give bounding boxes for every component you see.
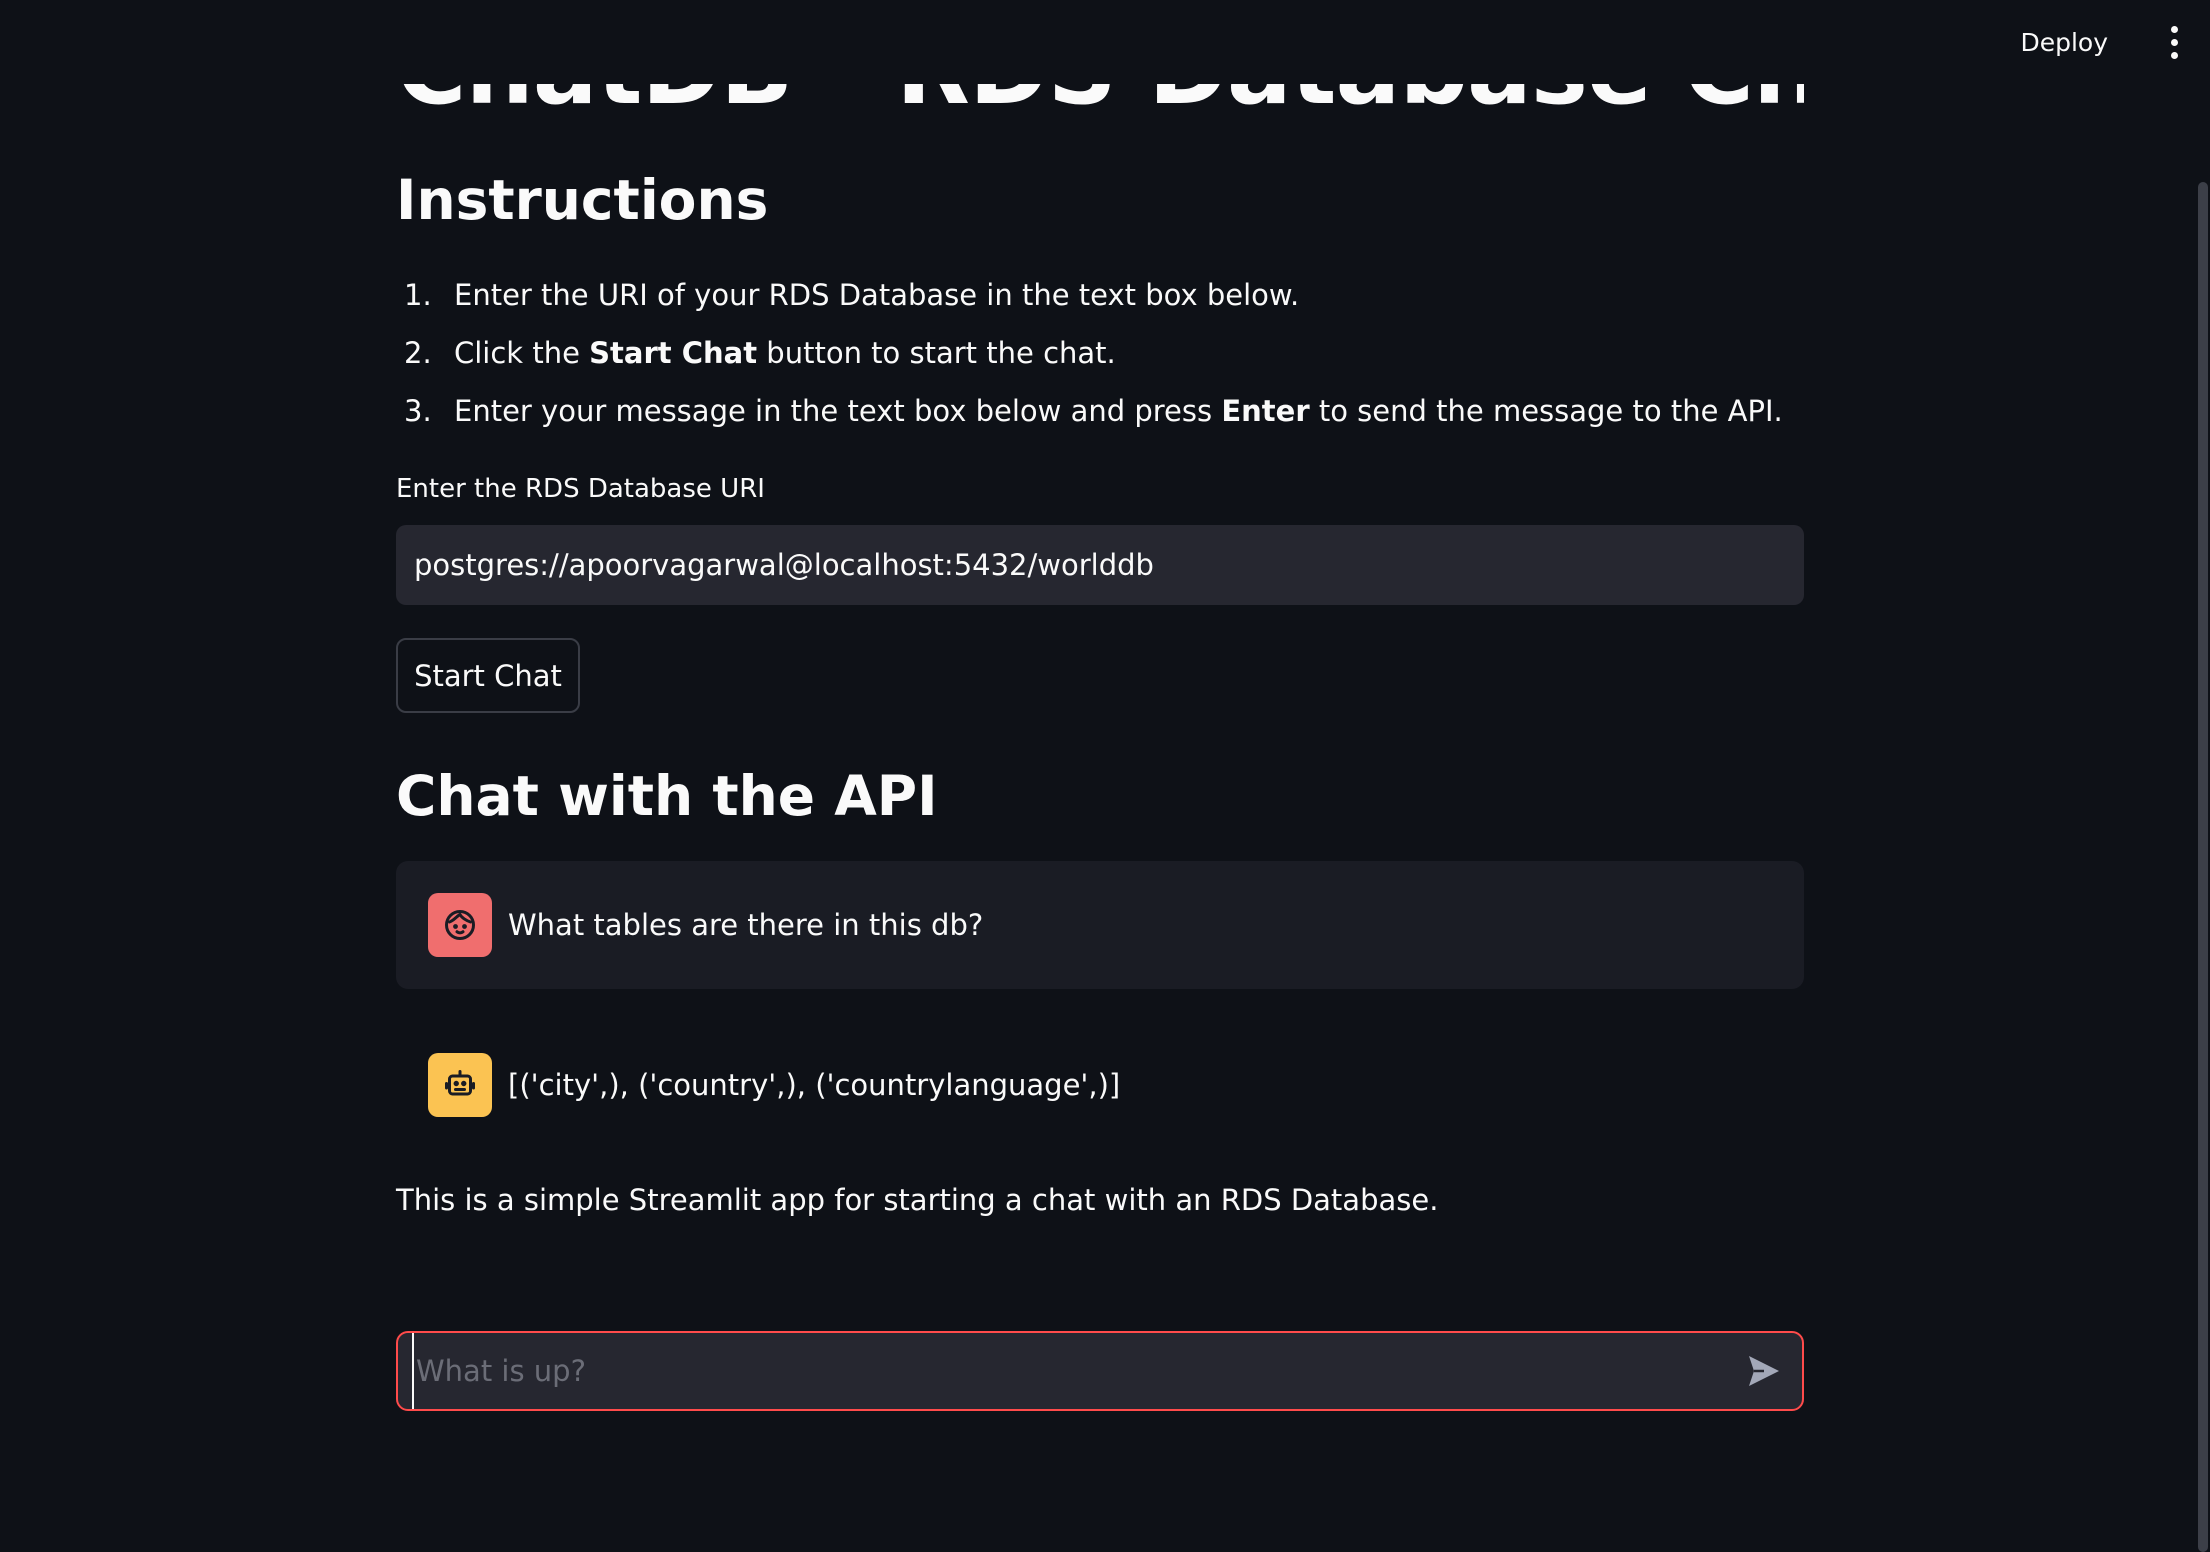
chat-input-container <box>396 1331 1804 1411</box>
description-text: This is a simple Streamlit app for start… <box>396 1183 1439 1217</box>
send-arrow-icon[interactable] <box>1744 1351 1784 1391</box>
robot-icon <box>428 1053 492 1117</box>
instructions-list: 1. Enter the URI of your RDS Database in … <box>396 272 1804 446</box>
instruction-step: 1. Enter the URI of your RDS Database in … <box>396 272 1804 330</box>
chat-message-user: What tables are there in this db? <box>396 861 1804 989</box>
top-toolbar: Deploy <box>0 0 2210 84</box>
step-text: to send the message to the API. <box>1309 394 1783 428</box>
instruction-step: 3. Enter your message in the text box bel… <box>396 388 1804 446</box>
chat-message-text: What tables are there in this db? <box>508 908 984 942</box>
instruction-step: 2. Click the Start Chat button to start t… <box>396 330 1804 388</box>
chat-heading: Chat with the API <box>396 764 938 828</box>
kebab-menu-icon[interactable] <box>2168 26 2180 60</box>
step-bold-text: Start Chat <box>589 336 758 370</box>
chat-message-text: [('city',), ('country',), ('countrylangu… <box>508 1068 1121 1102</box>
step-number: 1. <box>404 278 432 312</box>
deploy-button[interactable]: Deploy <box>2010 22 2118 63</box>
step-text: Enter your message in the text box below… <box>454 394 1222 428</box>
step-number: 2. <box>404 336 432 370</box>
chat-input[interactable] <box>412 1333 1692 1409</box>
uri-input[interactable] <box>396 525 1804 605</box>
app-window: Deploy ChatDB - RDS Database Chat App In… <box>0 0 2210 1552</box>
scrollbar[interactable] <box>2198 182 2208 1552</box>
user-face-icon <box>428 893 492 957</box>
uri-field-label: Enter the RDS Database URI <box>396 474 765 504</box>
instructions-heading: Instructions <box>396 168 769 232</box>
step-number: 3. <box>404 394 432 428</box>
step-bold-text: Enter <box>1221 394 1310 428</box>
chat-message-assistant: [('city',), ('country',), ('countrylangu… <box>396 1021 1804 1149</box>
step-text: button to start the chat. <box>757 336 1116 370</box>
step-text: Click the <box>454 336 590 370</box>
start-chat-button[interactable]: Start Chat <box>396 638 580 713</box>
step-text: Enter the URI of your RDS Database in th… <box>454 278 1300 312</box>
